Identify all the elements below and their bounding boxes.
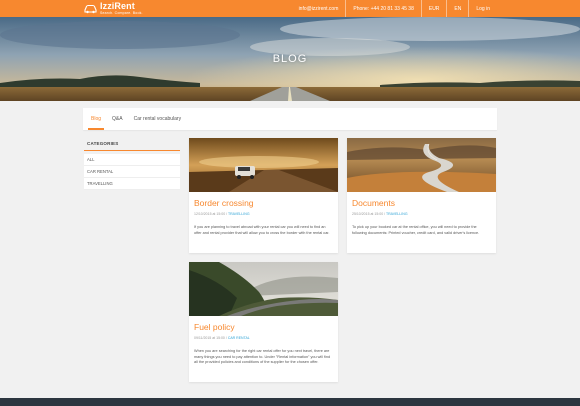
logo[interactable]: IzziRent Search. Compare. Book. <box>84 1 143 16</box>
categories-sidebar: CATEGORIES ALL CAR RENTAL TRAVELLING <box>84 139 180 190</box>
category-all[interactable]: ALL <box>84 154 180 166</box>
language-selector[interactable]: EN <box>446 0 468 17</box>
tab-car-rental-vocabulary[interactable]: Car rental vocabulary <box>129 108 187 130</box>
top-bar: IzziRent Search. Compare. Book. info@izz… <box>0 0 580 17</box>
hero-banner: BLOG <box>0 17 580 101</box>
phone-link[interactable]: Phone: +44 20 81 33 45 38 <box>345 0 420 17</box>
category-car-rental[interactable]: CAR RENTAL <box>84 166 180 178</box>
post-title[interactable]: Fuel policy <box>194 322 333 332</box>
post-title[interactable]: Documents <box>352 198 491 208</box>
post-category-link[interactable]: TRAVELLING <box>228 212 250 216</box>
post-date: 25/10/2015 at 15:00 / <box>352 212 386 216</box>
post-category-link[interactable]: TRAVELLING <box>386 212 408 216</box>
post-meta: 25/10/2015 at 15:00 / TRAVELLING <box>352 212 491 216</box>
categories-heading: CATEGORIES <box>84 139 180 151</box>
post-card-documents[interactable]: Documents 25/10/2015 at 15:00 / TRAVELLI… <box>347 138 496 253</box>
tab-qa[interactable]: Q&A <box>107 108 128 130</box>
post-meta: 12/10/2015 at 15:00 / TRAVELLING <box>194 212 333 216</box>
login-button[interactable]: Log in <box>468 0 497 17</box>
email-link[interactable]: info@izzirent.com <box>292 0 346 17</box>
post-title[interactable]: Border crossing <box>194 198 333 208</box>
car-icon <box>84 3 97 14</box>
post-category-link[interactable]: CAR RENTAL <box>228 336 250 340</box>
blog-tabs: Blog Q&A Car rental vocabulary <box>83 108 497 130</box>
tab-blog[interactable]: Blog <box>86 108 106 130</box>
currency-selector[interactable]: EUR <box>420 0 447 17</box>
post-card-fuel-policy[interactable]: Fuel policy 09/11/2015 at 15:00 / CAR RE… <box>189 262 338 382</box>
post-image <box>189 262 338 316</box>
post-image <box>189 138 338 192</box>
brand-tagline: Search. Compare. Book. <box>100 10 143 15</box>
post-excerpt: If you are planning to travel abroad wit… <box>194 225 330 235</box>
post-date: 12/10/2015 at 15:00 / <box>194 212 228 216</box>
category-list: ALL CAR RENTAL TRAVELLING <box>84 154 180 190</box>
footer <box>0 398 580 406</box>
top-nav: info@izzirent.com Phone: +44 20 81 33 45… <box>292 0 497 17</box>
post-card-border-crossing[interactable]: Border crossing 12/10/2015 at 15:00 / TR… <box>189 138 338 253</box>
post-excerpt: To pick up your booked car at the rental… <box>352 225 480 235</box>
post-date: 09/11/2015 at 15:00 / <box>194 336 227 340</box>
post-meta: 09/11/2015 at 15:00 / CAR RENTAL <box>194 336 333 340</box>
post-excerpt: When you are searching for the right car… <box>194 349 331 365</box>
brand-name: IzziRent <box>100 0 135 11</box>
post-image <box>347 138 496 192</box>
page-title: BLOG <box>272 53 308 65</box>
category-travelling[interactable]: TRAVELLING <box>84 178 180 190</box>
